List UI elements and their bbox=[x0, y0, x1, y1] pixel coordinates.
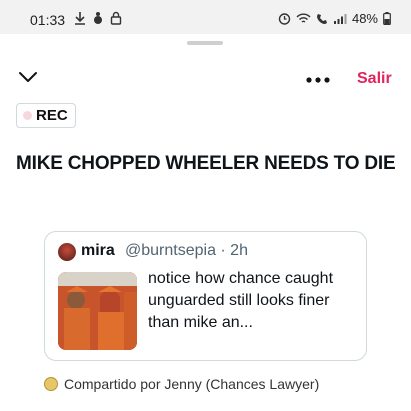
chevron-down-icon[interactable] bbox=[18, 70, 38, 84]
more-options-icon[interactable] bbox=[306, 77, 330, 83]
lock-icon bbox=[110, 11, 122, 25]
status-system-icons: 48% bbox=[278, 11, 391, 26]
quoted-post-image[interactable] bbox=[58, 272, 137, 350]
quoted-post-text: notice how chance caught unguarded still… bbox=[148, 270, 334, 331]
avatar[interactable] bbox=[58, 243, 76, 261]
quoted-post-card[interactable]: mira @burntsepia · 2h notice how chance … bbox=[44, 231, 367, 361]
battery-icon bbox=[383, 12, 391, 25]
rec-label: REC bbox=[36, 107, 68, 124]
graduation-photo bbox=[58, 272, 137, 350]
rec-badge: REC bbox=[16, 103, 76, 128]
wifi-icon bbox=[296, 13, 311, 23]
download-icon bbox=[75, 12, 85, 25]
shared-by-row[interactable]: Compartido por Jenny (Chances Lawyer) bbox=[44, 376, 319, 392]
alarm-icon bbox=[278, 13, 291, 25]
drag-handle[interactable] bbox=[187, 41, 223, 45]
quoted-author-meta: @burntsepia · 2h bbox=[125, 242, 248, 259]
shared-by-text: Compartido por Jenny (Chances Lawyer) bbox=[64, 376, 320, 392]
exit-button[interactable]: Salir bbox=[357, 70, 392, 88]
app-notification-icon bbox=[94, 12, 102, 24]
signal-icon bbox=[333, 13, 347, 24]
post-headline: MIKE CHOPPED WHEELER NEEDS TO DIE bbox=[16, 153, 396, 174]
avatar[interactable] bbox=[44, 377, 58, 391]
quoted-author-name: mira bbox=[81, 242, 115, 259]
battery-percentage: 48% bbox=[351, 11, 378, 26]
status-notification-icons bbox=[74, 11, 122, 25]
status-time: 01:33 bbox=[30, 12, 66, 28]
call-icon bbox=[316, 13, 327, 24]
record-dot-icon bbox=[23, 111, 32, 120]
status-bar: 01:33 48% bbox=[0, 0, 411, 34]
